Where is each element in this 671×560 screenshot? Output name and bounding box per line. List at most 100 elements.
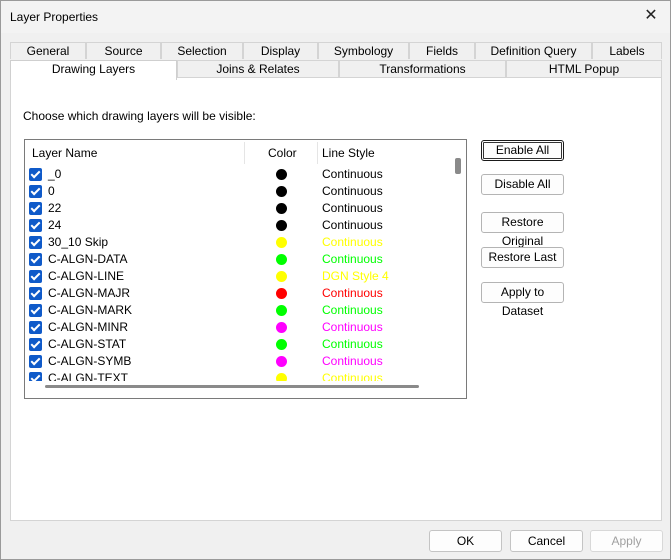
restore-last-button[interactable]: Restore Last	[481, 247, 564, 268]
line-style: Continuous	[322, 167, 383, 181]
column-header-layer-name[interactable]: Layer Name	[32, 146, 97, 160]
tab-display[interactable]: Display	[243, 42, 318, 59]
color-swatch	[276, 254, 287, 265]
layer-checkbox[interactable]	[29, 253, 42, 266]
color-swatch	[276, 305, 287, 316]
tab-source[interactable]: Source	[86, 42, 161, 59]
list-item[interactable]: _0 Continuous	[25, 166, 455, 183]
tab-symbology[interactable]: Symbology	[318, 42, 409, 59]
layer-name: 30_10 Skip	[48, 235, 109, 249]
line-style: Continuous	[322, 201, 383, 215]
layer-rows: _0 Continuous 0 Continuous 22 Continuous	[25, 166, 455, 381]
line-style: DGN Style 4	[322, 269, 389, 283]
color-swatch	[276, 237, 287, 248]
tab-drawing-layers[interactable]: Drawing Layers	[10, 60, 177, 80]
line-style: Continuous	[322, 303, 383, 317]
layer-checkbox[interactable]	[29, 168, 42, 181]
list-item[interactable]: C-ALGN-MARK Continuous	[25, 302, 455, 319]
tab-selection[interactable]: Selection	[161, 42, 243, 59]
color-swatch	[276, 220, 287, 231]
tab-definition-query[interactable]: Definition Query	[475, 42, 592, 59]
list-item[interactable]: 24 Continuous	[25, 217, 455, 234]
ok-button[interactable]: OK	[429, 530, 502, 552]
layer-name: C-ALGN-MINR	[48, 320, 128, 334]
color-swatch	[276, 356, 287, 367]
layer-name: C-ALGN-TEXT	[48, 371, 129, 381]
line-style: Continuous	[322, 320, 383, 334]
layer-checkbox[interactable]	[29, 287, 42, 300]
layer-name: _0	[48, 167, 62, 181]
layer-checkbox[interactable]	[29, 202, 42, 215]
line-style: Continuous	[322, 252, 383, 266]
list-item[interactable]: 0 Continuous	[25, 183, 455, 200]
list-header: Layer Name Color Line Style	[25, 140, 466, 166]
list-item[interactable]: C-ALGN-MINR Continuous	[25, 319, 455, 336]
layer-name: 22	[48, 201, 62, 215]
tab-transformations[interactable]: Transformations	[339, 60, 506, 77]
layer-checkbox[interactable]	[29, 372, 42, 381]
color-swatch	[276, 186, 287, 197]
line-style: Continuous	[322, 354, 383, 368]
line-style: Continuous	[322, 184, 383, 198]
layer-name: C-ALGN-DATA	[48, 252, 128, 266]
color-swatch	[276, 339, 287, 350]
layer-name: C-ALGN-MAJR	[48, 286, 131, 300]
horizontal-scrollbar-thumb[interactable]	[45, 385, 419, 388]
line-style: Continuous	[322, 371, 383, 381]
tab-fields[interactable]: Fields	[409, 42, 475, 59]
cancel-button[interactable]: Cancel	[510, 530, 583, 552]
list-item[interactable]: 22 Continuous	[25, 200, 455, 217]
layer-name: 0	[48, 184, 55, 198]
layer-checkbox[interactable]	[29, 338, 42, 351]
tab-joins-relates[interactable]: Joins & Relates	[177, 60, 339, 77]
layer-checkbox[interactable]	[29, 270, 42, 283]
layer-checkbox[interactable]	[29, 321, 42, 334]
layer-checkbox[interactable]	[29, 355, 42, 368]
vertical-scrollbar-thumb[interactable]	[455, 158, 461, 174]
apply-button[interactable]: Apply	[590, 530, 663, 552]
restore-original-button[interactable]: Restore Original	[481, 212, 564, 248]
instruction-text: Choose which drawing layers will be visi…	[23, 109, 256, 123]
line-style: Continuous	[322, 235, 383, 249]
layer-name: C-ALGN-MARK	[48, 303, 133, 317]
list-item[interactable]: C-ALGN-MAJR Continuous	[25, 285, 455, 302]
layer-checkbox[interactable]	[29, 236, 42, 249]
close-icon[interactable]: ✕	[642, 7, 660, 25]
list-item[interactable]: C-ALGN-DATA Continuous	[25, 251, 455, 268]
title-bar: Layer Properties ✕	[1, 1, 670, 33]
list-item[interactable]: C-ALGN-LINE DGN Style 4	[25, 268, 455, 285]
line-style: Continuous	[322, 286, 383, 300]
color-swatch	[276, 271, 287, 282]
column-header-line-style[interactable]: Line Style	[322, 146, 375, 160]
layer-checkbox[interactable]	[29, 219, 42, 232]
color-swatch	[276, 169, 287, 180]
color-swatch	[276, 203, 287, 214]
list-item[interactable]: C-ALGN-TEXT Continuous	[25, 370, 455, 381]
column-header-color[interactable]: Color	[268, 146, 297, 160]
layer-name: C-ALGN-LINE	[48, 269, 125, 283]
dialog-title: Layer Properties	[10, 10, 99, 24]
drawing-layers-panel: Choose which drawing layers will be visi…	[10, 77, 662, 521]
tab-labels[interactable]: Labels	[592, 42, 662, 59]
line-style: Continuous	[322, 218, 383, 232]
dialog-footer: OK Cancel Apply	[1, 522, 670, 559]
color-swatch	[276, 288, 287, 299]
line-style: Continuous	[322, 337, 383, 351]
tab-html-popup[interactable]: HTML Popup	[506, 60, 662, 77]
layer-list[interactable]: Layer Name Color Line Style _0 Continuou…	[24, 139, 467, 399]
enable-all-button[interactable]: Enable All	[481, 140, 564, 161]
layer-properties-dialog: Layer Properties ✕ General Source Select…	[0, 0, 671, 560]
layer-name: C-ALGN-SYMB	[48, 354, 132, 368]
layer-name: C-ALGN-STAT	[48, 337, 127, 351]
disable-all-button[interactable]: Disable All	[481, 174, 564, 195]
layer-checkbox[interactable]	[29, 185, 42, 198]
list-item[interactable]: 30_10 Skip Continuous	[25, 234, 455, 251]
tab-general[interactable]: General	[10, 42, 86, 59]
layer-checkbox[interactable]	[29, 304, 42, 317]
column-divider[interactable]	[317, 142, 318, 164]
list-item[interactable]: C-ALGN-SYMB Continuous	[25, 353, 455, 370]
list-item[interactable]: C-ALGN-STAT Continuous	[25, 336, 455, 353]
layer-name: 24	[48, 218, 62, 232]
apply-to-dataset-button[interactable]: Apply to Dataset	[481, 282, 564, 318]
column-divider[interactable]	[244, 142, 245, 164]
